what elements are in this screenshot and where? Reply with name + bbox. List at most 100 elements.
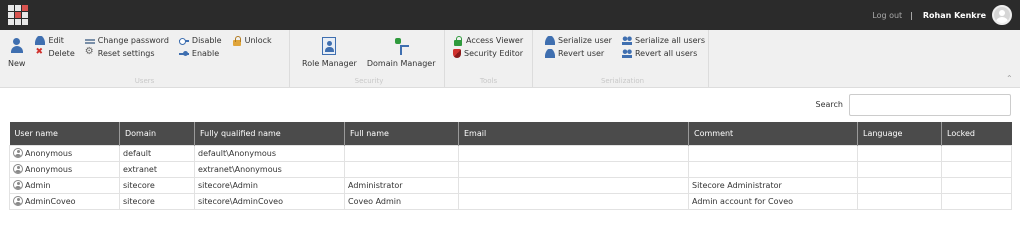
reset-settings-button[interactable]: Reset settings (85, 46, 169, 59)
delete-user-button[interactable]: Delete (35, 47, 74, 59)
domain-manager-button[interactable]: Domain Manager (367, 33, 436, 76)
chevron-up-icon[interactable]: ⌃ (1006, 75, 1014, 83)
users-icon (621, 48, 632, 58)
cell-domain: sitecore (119, 192, 195, 210)
users-icon (621, 35, 632, 45)
cell-text: Anonymous (25, 149, 73, 158)
cell-language (857, 192, 942, 210)
ribbon-group-users: New Edit Delete Change password Reset se… (0, 30, 290, 87)
delete-icon (35, 47, 45, 58)
column-header[interactable]: User name (9, 122, 120, 145)
user-icon (13, 164, 23, 174)
security-editor-button[interactable]: Security Editor (453, 47, 523, 59)
cell-locked (941, 160, 1012, 178)
ribbon-group-tools: Access Viewer Security Editor Tools (445, 30, 533, 87)
serialize-user-label: Serialize user (558, 35, 612, 45)
table-row[interactable]: Anonymous extranet extranet\Anonymous (9, 160, 1012, 178)
unlock-user-button[interactable]: Unlock (232, 34, 272, 46)
cell-full-name (344, 160, 459, 178)
cell-language (857, 176, 942, 194)
cell-locked (941, 192, 1012, 210)
top-bar: Log out | Rohan Kenkre (0, 0, 1020, 30)
launchpad-icon[interactable] (8, 5, 28, 25)
launcher-tile (8, 5, 14, 11)
cell-user-name: Admin (9, 176, 120, 194)
column-header[interactable]: Fully qualified name (194, 122, 345, 145)
launcher-tile (22, 5, 28, 11)
cell-domain: extranet (119, 160, 195, 178)
table-row[interactable]: Anonymous default default\Anonymous (9, 144, 1012, 162)
new-user-button[interactable]: New (8, 33, 25, 76)
avatar[interactable] (992, 5, 1012, 25)
cell-email (458, 144, 689, 162)
table-row[interactable]: AdminCoveo sitecore sitecore\AdminCoveo … (9, 192, 1012, 210)
domain-manager-label: Domain Manager (366, 59, 436, 68)
edit-label: Edit (48, 35, 64, 45)
revert-user-label: Revert user (558, 48, 605, 58)
password-icon (84, 35, 95, 45)
new-user-icon (10, 37, 24, 55)
revert-user-button[interactable]: Revert user (545, 47, 612, 59)
user-icon (545, 35, 555, 45)
enable-label: Enable (191, 48, 220, 58)
column-header[interactable]: Comment (688, 122, 858, 145)
search-input[interactable] (849, 93, 1011, 116)
ribbon-group-serialization: Serialize user Revert user Serialize all… (533, 30, 709, 87)
domain-manager-icon (394, 37, 410, 55)
cell-email (458, 192, 689, 210)
group-label-tools: Tools (479, 77, 498, 85)
user-area: Log out | Rohan Kenkre (872, 5, 1012, 25)
launcher-tile (15, 19, 21, 25)
table-row[interactable]: Admin sitecore sitecore\Admin Administra… (9, 176, 1012, 194)
table-header-row: User name Domain Fully qualified name Fu… (9, 122, 1012, 145)
toggle-on-icon (178, 48, 189, 58)
role-manager-button[interactable]: Role Manager (302, 33, 357, 76)
launcher-tile (15, 5, 21, 11)
edit-user-button[interactable]: Edit (35, 34, 74, 46)
launcher-tile (22, 19, 28, 25)
launcher-tile (8, 19, 14, 25)
access-viewer-button[interactable]: Access Viewer (453, 34, 523, 46)
security-editor-label: Security Editor (464, 48, 524, 58)
cell-comment (688, 160, 858, 178)
users-table-wrapper: User name Domain Fully qualified name Fu… (9, 122, 1012, 210)
cell-user-name: Anonymous (9, 144, 120, 162)
serialize-all-users-button[interactable]: Serialize all users (621, 34, 706, 46)
cell-text: AdminCoveo (25, 197, 76, 206)
role-manager-label: Role Manager (302, 59, 357, 68)
lock-icon (453, 35, 463, 46)
column-header[interactable]: Language (857, 122, 942, 145)
disable-user-button[interactable]: Disable (178, 34, 222, 46)
cell-email (458, 176, 689, 194)
search-bar: Search (0, 88, 1020, 121)
disable-label: Disable (191, 35, 222, 45)
search-label: Search (815, 100, 843, 109)
revert-all-label: Revert all users (634, 48, 698, 58)
change-password-button[interactable]: Change password (84, 34, 169, 46)
cell-text: Admin (25, 181, 51, 190)
cell-email (458, 160, 689, 178)
column-header[interactable]: Domain (119, 122, 195, 145)
cell-locked (941, 144, 1012, 162)
revert-all-users-button[interactable]: Revert all users (621, 47, 705, 59)
user-icon (13, 196, 23, 206)
cell-comment: Sitecore Administrator (688, 176, 858, 194)
change-password-label: Change password (97, 35, 169, 45)
cell-language (857, 160, 942, 178)
cell-user-name: Anonymous (9, 160, 120, 178)
column-header[interactable]: Locked (941, 122, 1012, 145)
gear-icon (85, 46, 95, 58)
launcher-tile (22, 12, 28, 18)
serialize-user-button[interactable]: Serialize user (545, 34, 612, 46)
cell-language (857, 144, 942, 162)
user-icon (545, 48, 555, 58)
cell-user-name: AdminCoveo (9, 192, 120, 210)
cell-full-name: Coveo Admin (344, 192, 459, 210)
serialize-all-label: Serialize all users (634, 35, 706, 45)
column-header[interactable]: Email (458, 122, 689, 145)
user-icon (13, 180, 23, 190)
logout-link[interactable]: Log out (872, 11, 902, 20)
enable-user-button[interactable]: Enable (178, 47, 222, 59)
column-header[interactable]: Full name (344, 122, 459, 145)
cell-fqn: sitecore\Admin (194, 176, 345, 194)
